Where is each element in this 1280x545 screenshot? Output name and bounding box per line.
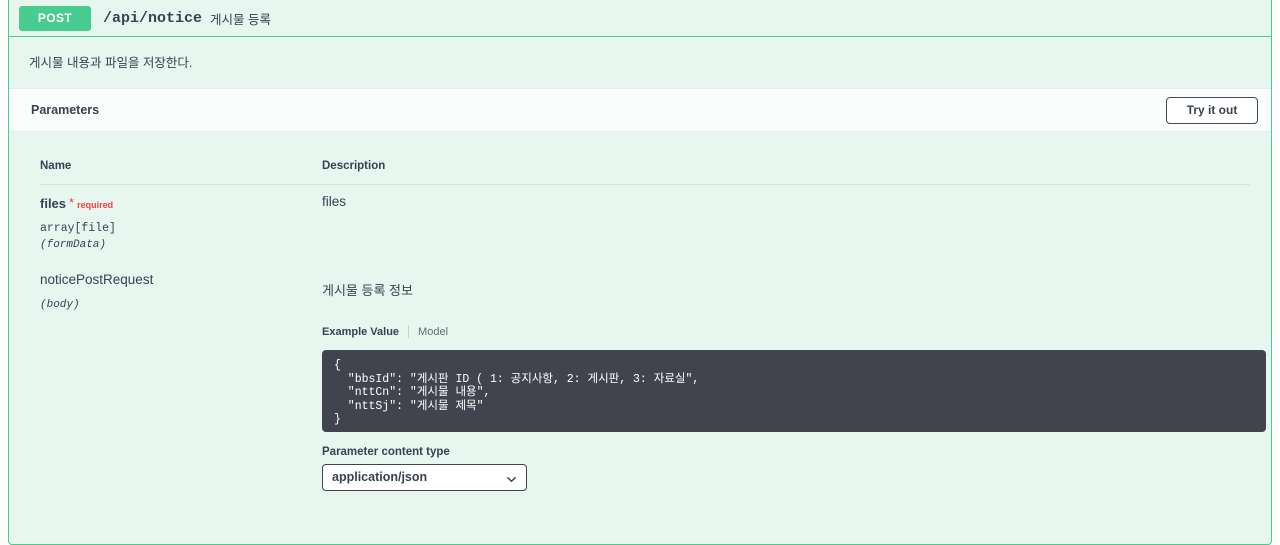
tab-model[interactable]: Model [418,326,448,338]
column-header-description: Description [322,160,386,172]
parameter-type-files: array[file] [40,222,116,235]
parameter-name-cell: files * required [40,195,310,213]
table-row: files * required array[file] (formData) [40,195,310,251]
table-header-divider [40,184,1250,185]
tab-example-value[interactable]: Example Value [322,326,399,338]
example-value-code-block[interactable]: { "bbsId": "게시판 ID ( 1: 공지사항, 2: 게시판, 3:… [322,350,1266,432]
parameter-content-type-label: Parameter content type [322,446,450,458]
parameter-description-files: files [322,194,347,209]
example-value-json: { "bbsId": "게시판 ID ( 1: 공지사항, 2: 게시판, 3:… [334,359,700,426]
operation-description: 게시물 내용과 파일을 저장한다. [29,56,193,70]
operation-summary-header[interactable]: POST /api/notice 게시물 등록 [9,0,1271,37]
parameters-table: Name Description files * required array[fi… [9,132,1271,544]
parameter-description-noticepostrequest: 게시물 등록 정보 [322,283,413,298]
tab-divider [408,325,410,338]
parameter-in-noticepostrequest: (body) [40,299,80,311]
parameter-content-type-value: application/json [332,470,428,484]
parameter-in-files: (formData) [40,239,107,251]
try-it-out-button[interactable]: Try it out [1166,97,1258,124]
parameter-name-files: files [40,196,67,211]
parameter-name-noticepostrequest: noticePostRequest [40,272,154,287]
example-model-tabs: Example Value Model [322,325,1249,338]
table-row: noticePostRequest (body) [40,272,310,311]
parameter-body-cell: 게시물 등록 정보 Example Value Model { "bbsId":… [322,280,1266,491]
operation-path: /api/notice [103,9,203,27]
required-label: required [77,200,114,210]
operation-summary-text: 게시물 등록 [210,12,272,27]
parameter-content-type-select[interactable]: application/json [322,464,527,491]
operation-block: POST /api/notice 게시물 등록 게시물 내용과 파일을 저장한다… [8,0,1272,545]
parameters-title: Parameters [31,103,100,117]
required-star-icon: * [69,195,75,210]
http-method-badge: POST [19,5,91,31]
chevron-down-icon [507,475,516,484]
parameters-header-bar: Parameters Try it out [9,88,1271,132]
column-header-name: Name [40,160,72,172]
